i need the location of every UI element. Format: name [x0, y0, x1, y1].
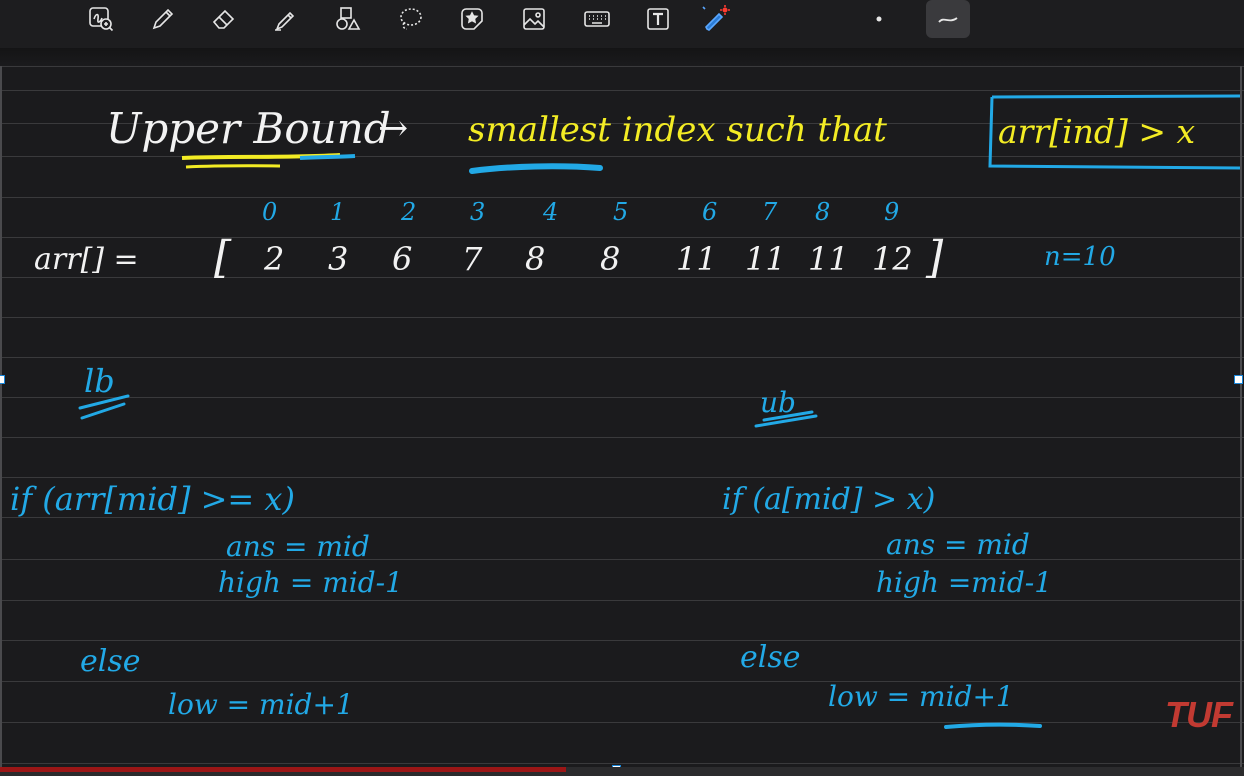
ub-underline: [754, 410, 818, 428]
condition-box: [988, 94, 1241, 170]
ink-strokes: [78, 94, 1241, 729]
title-underline-cyan: [299, 154, 356, 160]
video-progress-bar[interactable]: [0, 767, 1244, 776]
resize-handle-left[interactable]: [0, 375, 5, 384]
ub-low-underline: [944, 722, 1042, 729]
watermark-logo: TUF: [1165, 694, 1233, 735]
lb-underline: [78, 394, 130, 420]
definition-underline: [469, 163, 603, 174]
title-underline-yellow-2: [185, 164, 281, 169]
resize-handle-right[interactable]: [1234, 375, 1243, 384]
